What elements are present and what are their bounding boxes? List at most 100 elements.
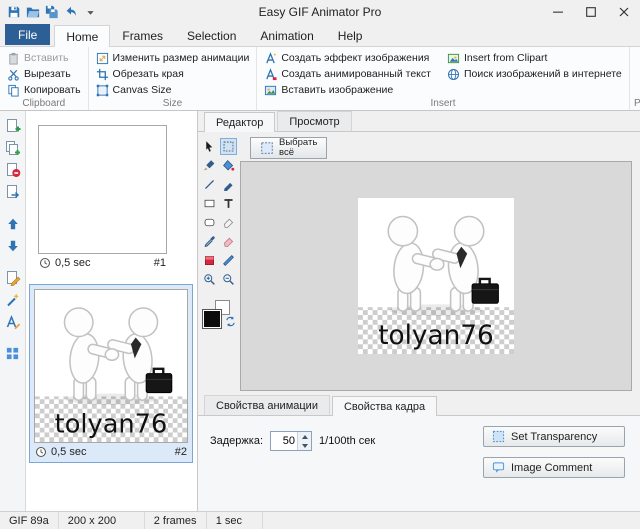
- resize-animation-button[interactable]: Изменить размер анимации: [94, 50, 252, 66]
- tool-rectangle[interactable]: [201, 195, 218, 212]
- tab-home[interactable]: Home: [54, 25, 110, 47]
- close-button[interactable]: [607, 0, 640, 24]
- cursor-icon: [203, 140, 216, 153]
- tool-line[interactable]: [201, 176, 218, 193]
- frame-item-2[interactable]: tolyan76 0,5 sec #2: [29, 284, 193, 463]
- workspace: 0,5 sec #1: [0, 111, 640, 511]
- tool-pen[interactable]: [220, 176, 237, 193]
- eraser-icon: [222, 216, 235, 229]
- open-icon[interactable]: [24, 3, 42, 21]
- color-swatches: [202, 300, 236, 336]
- magic-wand-button[interactable]: [3, 290, 23, 309]
- zoom-in-icon: [203, 273, 216, 286]
- tab-animation[interactable]: Animation: [248, 24, 325, 46]
- undo-icon[interactable]: [62, 3, 80, 21]
- copy-button[interactable]: Копировать: [5, 82, 83, 98]
- cut-button[interactable]: Вырезать: [5, 66, 83, 82]
- toolbar-options-icon[interactable]: [81, 3, 99, 21]
- select-all-button[interactable]: Выбрать всё: [250, 137, 327, 159]
- comment-icon: [492, 461, 505, 474]
- rectangle-icon: [203, 197, 216, 210]
- magic-wand-icon: [5, 292, 21, 308]
- highlighter-icon: [222, 235, 235, 248]
- duplicate-frame-icon: [5, 140, 21, 156]
- insert-from-clipart-button[interactable]: Insert from Clipart: [445, 50, 624, 66]
- edit-frame-button[interactable]: [3, 268, 23, 287]
- tab-selection[interactable]: Selection: [175, 24, 248, 46]
- tab-animation-properties[interactable]: Свойства анимации: [204, 395, 330, 415]
- editor-canvas-area: Выбрать всё: [238, 134, 638, 395]
- frame-1-thumbnail[interactable]: [38, 125, 167, 254]
- frame-list: 0,5 sec #1: [26, 111, 198, 511]
- delay-input[interactable]: [271, 432, 297, 450]
- editor-toolbar: Выбрать всё: [238, 134, 638, 161]
- quick-access-toolbar: [0, 3, 99, 21]
- minimize-button[interactable]: [541, 0, 574, 24]
- tool-gradient[interactable]: [220, 252, 237, 269]
- save-as-icon[interactable]: [43, 3, 61, 21]
- frame-item-1[interactable]: 0,5 sec #1: [33, 120, 172, 274]
- file-menu-button[interactable]: File: [5, 24, 50, 45]
- tool-eraser[interactable]: [220, 214, 237, 231]
- canvas-size-button[interactable]: Canvas Size: [94, 82, 252, 98]
- tool-marker[interactable]: [201, 252, 218, 269]
- delay-spinner: [270, 431, 312, 451]
- tool-select[interactable]: [220, 138, 237, 155]
- tab-frames[interactable]: Frames: [110, 24, 175, 46]
- tab-editor[interactable]: Редактор: [204, 112, 275, 132]
- arrow-up-icon: [6, 217, 20, 231]
- search-images-web-button[interactable]: Поиск изображений в интернете: [445, 66, 624, 82]
- crop-button[interactable]: Обрезать края: [94, 66, 252, 82]
- move-frame-up-button[interactable]: [3, 214, 23, 233]
- spinner-up-button[interactable]: [298, 432, 311, 441]
- status-duration: 1 sec: [207, 512, 263, 529]
- tool-zoom-in[interactable]: [201, 271, 218, 288]
- tab-frame-properties[interactable]: Свойства кадра: [332, 396, 437, 416]
- image-effect-icon: [264, 52, 277, 65]
- insert-image-icon: [264, 84, 277, 97]
- save-icon[interactable]: [5, 3, 23, 21]
- frame-2-thumbnail[interactable]: tolyan76: [34, 289, 188, 443]
- tab-help[interactable]: Help: [326, 24, 375, 46]
- frame-text-button[interactable]: [3, 312, 23, 331]
- frame-grid-button[interactable]: [3, 344, 23, 363]
- resize-animation-icon: [96, 52, 109, 65]
- tool-zoom-out[interactable]: [220, 271, 237, 288]
- maximize-button[interactable]: [574, 0, 607, 24]
- tool-eyedropper[interactable]: [201, 233, 218, 250]
- delete-frame-button[interactable]: [3, 160, 23, 179]
- tool-fill[interactable]: [220, 157, 237, 174]
- rounded-rectangle-icon: [203, 216, 216, 229]
- group-label-size: Size: [89, 97, 257, 110]
- insert-image-button[interactable]: Вставить изображение: [262, 82, 433, 98]
- ribbon: Вставить Вырезать Копировать Clipboard И…: [0, 47, 640, 111]
- create-animated-text-button[interactable]: Создать анимированный текст: [262, 66, 433, 82]
- tool-highlighter[interactable]: [220, 233, 237, 250]
- eyedropper-icon: [203, 235, 216, 248]
- animated-text-icon: [264, 68, 277, 81]
- image-text: tolyan76: [55, 410, 168, 440]
- tool-text[interactable]: [220, 195, 237, 212]
- zoom-out-icon: [222, 273, 235, 286]
- extract-frame-button[interactable]: [3, 182, 23, 201]
- foreground-color-swatch[interactable]: [202, 309, 222, 329]
- move-frame-down-button[interactable]: [3, 236, 23, 255]
- extract-frame-icon: [5, 184, 21, 200]
- swap-colors-icon[interactable]: [225, 316, 236, 327]
- editor-canvas[interactable]: tolyan76: [240, 161, 632, 391]
- scissors-icon: [7, 68, 20, 81]
- add-frame-button[interactable]: [3, 116, 23, 135]
- tool-rounded-rectangle[interactable]: [201, 214, 218, 231]
- tab-preview[interactable]: Просмотр: [277, 111, 351, 131]
- tool-cursor[interactable]: [201, 138, 218, 155]
- spinner-down-button[interactable]: [298, 441, 311, 450]
- duplicate-frame-button[interactable]: [3, 138, 23, 157]
- tool-brush[interactable]: [201, 157, 218, 174]
- create-image-effect-button[interactable]: Создать эффект изображения: [262, 50, 433, 66]
- frame-text-icon: [5, 314, 21, 330]
- preview-play-button[interactable]: [635, 50, 640, 96]
- set-transparency-button[interactable]: Set Transparency: [483, 426, 625, 447]
- ribbon-group-size: Изменить размер анимации Обрезать края C…: [89, 47, 258, 110]
- image-comment-button[interactable]: Image Comment: [483, 457, 625, 478]
- paste-button[interactable]: Вставить: [5, 50, 83, 66]
